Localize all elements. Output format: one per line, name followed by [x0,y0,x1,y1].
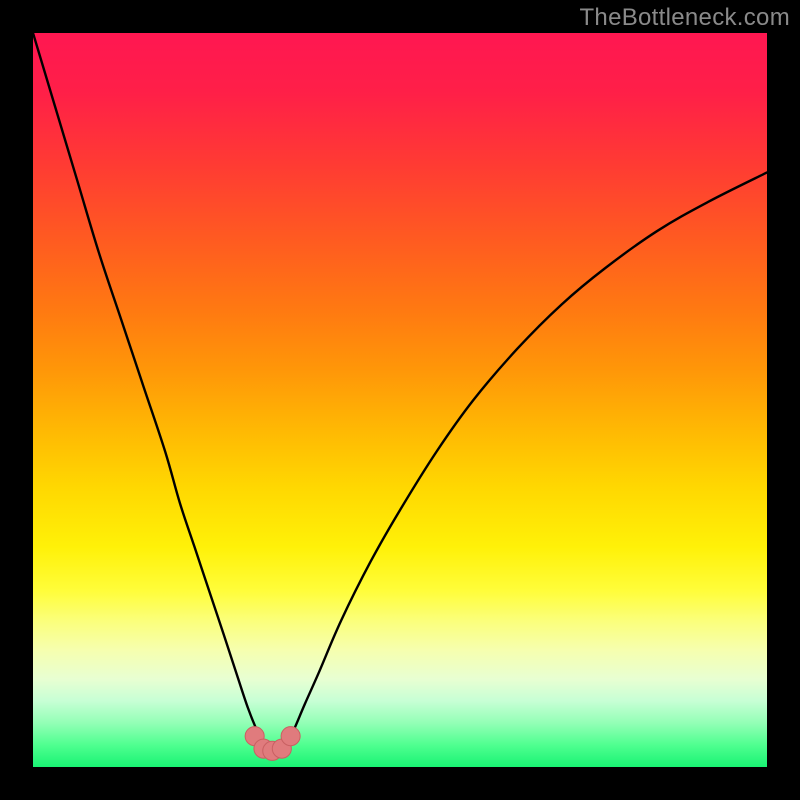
curve-marker [281,727,300,746]
chart-frame: TheBottleneck.com [0,0,800,800]
bottleneck-curve [33,33,767,767]
plot-area [33,33,767,767]
watermark-text: TheBottleneck.com [579,4,790,32]
